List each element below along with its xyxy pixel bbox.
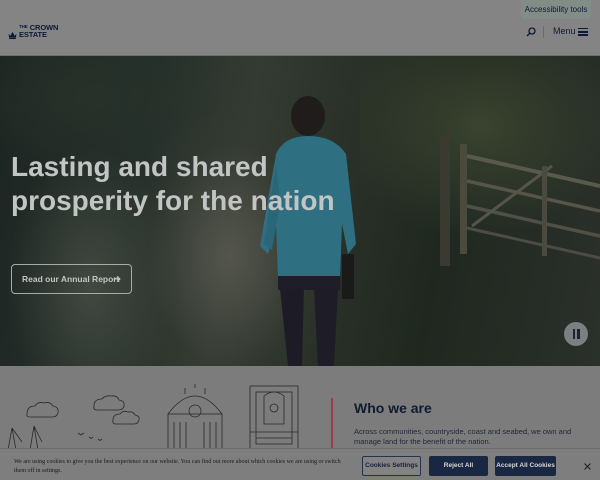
site-header: THE CROWN ESTATE Accessibility tools Men… [0, 0, 600, 56]
logo-text-the: THE [19, 24, 28, 29]
logo-text-estate: ESTATE [19, 30, 47, 39]
cookie-banner-text: We are using cookies to give you the bes… [14, 459, 341, 474]
hero-video: Lasting and shared prosperity for the na… [0, 56, 600, 366]
accept-all-cookies-button[interactable]: Accept All Cookies [495, 456, 556, 476]
read-annual-report-label: Read our Annual Report [22, 274, 120, 284]
menu-button-label[interactable]: Menu [553, 26, 576, 37]
close-icon[interactable] [584, 463, 591, 470]
person-walking-image [260, 96, 356, 366]
hero-headline-line-1: Lasting and shared [11, 151, 268, 182]
header-divider [543, 26, 544, 38]
line-illustration [7, 384, 299, 450]
cookies-settings-button[interactable]: Cookies Settings [362, 456, 421, 476]
hero-headline: Lasting and shared prosperity for the na… [11, 150, 391, 218]
hamburger-menu-icon[interactable] [578, 28, 588, 36]
read-annual-report-button[interactable]: Read our Annual Report [11, 264, 132, 294]
pause-video-button[interactable] [564, 322, 588, 346]
who-we-are-heading: Who we are [354, 400, 432, 416]
cookie-banner: We are using cookies to give you the bes… [0, 448, 600, 480]
arrow-right-icon [113, 275, 121, 283]
gate-image [440, 136, 600, 266]
who-we-are-section: Who we are Across communities, countrysi… [0, 366, 600, 450]
accent-divider [331, 398, 333, 450]
hero-headline-line-2: prosperity for the nation [11, 185, 335, 216]
crown-icon [8, 31, 17, 39]
who-we-are-text: Across communities, countryside, coast a… [354, 427, 572, 446]
search-icon[interactable] [526, 27, 536, 37]
reject-all-button[interactable]: Reject All [429, 456, 488, 476]
pause-icon [572, 329, 575, 339]
crown-estate-logo[interactable]: THE CROWN ESTATE [8, 22, 58, 42]
accessibility-tools-button[interactable]: Accessibility tools [521, 0, 591, 19]
